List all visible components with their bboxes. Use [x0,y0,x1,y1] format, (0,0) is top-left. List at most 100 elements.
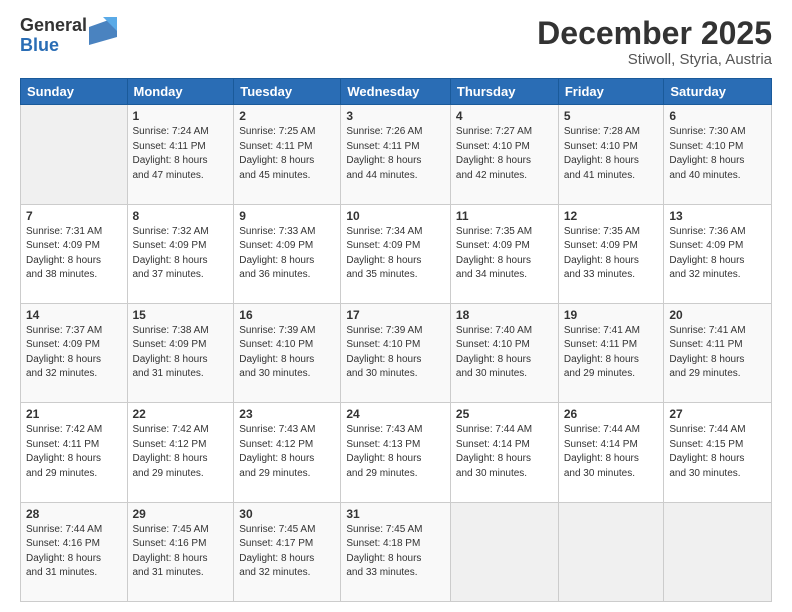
calendar-cell: 1Sunrise: 7:24 AM Sunset: 4:11 PM Daylig… [127,105,234,204]
calendar-cell: 27 Sunrise: 7:44 AM Sunset: 4:15 PM Dayli… [664,403,772,502]
day-info: Sunrise: 7:44 AM Sunset: 4:16 PM Dayligh… [26,523,122,581]
calendar-cell: 6Sunrise: 7:30 AM Sunset: 4:10 PM Daylig… [664,105,772,204]
day-info: Sunrise: 7:45 AM Sunset: 4:16 PM Dayligh… [133,523,229,581]
calendar-cell: 22 Sunrise: 7:42 AM Sunset: 4:12 PM Dayli… [127,403,234,502]
calendar-cell: 3 Sunrise: 7:26 AM Sunset: 4:11 PM Daylig… [341,105,451,204]
day-number: 27 [669,407,766,421]
day-number: 5 [564,109,659,123]
calendar-week-row: 14Sunrise: 7:37 AM Sunset: 4:09 PM Dayli… [21,303,772,402]
day-number: 31 [346,507,445,521]
logo-text: General Blue [20,16,87,56]
calendar-cell: 4 Sunrise: 7:27 AM Sunset: 4:10 PM Daylig… [450,105,558,204]
day-number: 19 [564,308,659,322]
day-number: 26 [564,407,659,421]
day-number: 24 [346,407,445,421]
calendar-header-cell: Wednesday [341,79,451,105]
day-number: 11 [456,209,553,223]
calendar-cell: 10 Sunrise: 7:34 AM Sunset: 4:09 PM Dayli… [341,204,451,303]
day-info: Sunrise: 7:27 AM Sunset: 4:10 PM Dayligh… [456,125,553,183]
calendar-cell: 30 Sunrise: 7:45 AM Sunset: 4:17 PM Dayli… [234,502,341,601]
calendar-cell: 28 Sunrise: 7:44 AM Sunset: 4:16 PM Dayli… [21,502,128,601]
day-number: 15 [133,308,229,322]
calendar-week-row: 1Sunrise: 7:24 AM Sunset: 4:11 PM Daylig… [21,105,772,204]
day-number: 25 [456,407,553,421]
day-info: Sunrise: 7:39 AM Sunset: 4:10 PM Dayligh… [346,324,445,382]
day-info: Sunrise: 7:34 AM Sunset: 4:09 PM Dayligh… [346,225,445,283]
day-info: Sunrise: 7:38 AM Sunset: 4:09 PM Dayligh… [133,324,229,382]
day-info: Sunrise: 7:45 AM Sunset: 4:18 PM Dayligh… [346,523,445,581]
day-info: Sunrise: 7:30 AM Sunset: 4:10 PM Dayligh… [669,125,766,183]
calendar-header-cell: Sunday [21,79,128,105]
day-info: Sunrise: 7:28 AM Sunset: 4:10 PM Dayligh… [564,125,659,183]
day-number: 22 [133,407,229,421]
calendar-cell: 9 Sunrise: 7:33 AM Sunset: 4:09 PM Daylig… [234,204,341,303]
title-block: December 2025 Stiwoll, Styria, Austria [537,16,772,68]
day-info: Sunrise: 7:44 AM Sunset: 4:14 PM Dayligh… [564,423,659,481]
calendar-cell: 20Sunrise: 7:41 AM Sunset: 4:11 PM Dayli… [664,303,772,402]
calendar-cell [450,502,558,601]
day-number: 18 [456,308,553,322]
logo-general: General [20,16,87,36]
calendar-cell: 2 Sunrise: 7:25 AM Sunset: 4:11 PM Daylig… [234,105,341,204]
day-number: 1 [133,109,229,123]
calendar-cell: 7Sunrise: 7:31 AM Sunset: 4:09 PM Daylig… [21,204,128,303]
day-info: Sunrise: 7:42 AM Sunset: 4:12 PM Dayligh… [133,423,229,481]
day-info: Sunrise: 7:41 AM Sunset: 4:11 PM Dayligh… [669,324,766,382]
day-number: 2 [239,109,335,123]
calendar-cell: 5 Sunrise: 7:28 AM Sunset: 4:10 PM Daylig… [558,105,664,204]
calendar-cell: 11 Sunrise: 7:35 AM Sunset: 4:09 PM Dayli… [450,204,558,303]
day-number: 13 [669,209,766,223]
calendar-cell: 14Sunrise: 7:37 AM Sunset: 4:09 PM Dayli… [21,303,128,402]
calendar-cell: 17 Sunrise: 7:39 AM Sunset: 4:10 PM Dayli… [341,303,451,402]
day-info: Sunrise: 7:25 AM Sunset: 4:11 PM Dayligh… [239,125,335,183]
day-info: Sunrise: 7:45 AM Sunset: 4:17 PM Dayligh… [239,523,335,581]
calendar-week-row: 7Sunrise: 7:31 AM Sunset: 4:09 PM Daylig… [21,204,772,303]
day-info: Sunrise: 7:26 AM Sunset: 4:11 PM Dayligh… [346,125,445,183]
calendar-header-cell: Thursday [450,79,558,105]
day-number: 7 [26,209,122,223]
day-number: 23 [239,407,335,421]
day-info: Sunrise: 7:37 AM Sunset: 4:09 PM Dayligh… [26,324,122,382]
calendar-header-cell: Friday [558,79,664,105]
calendar-cell: 29Sunrise: 7:45 AM Sunset: 4:16 PM Dayli… [127,502,234,601]
day-info: Sunrise: 7:42 AM Sunset: 4:11 PM Dayligh… [26,423,122,481]
day-info: Sunrise: 7:33 AM Sunset: 4:09 PM Dayligh… [239,225,335,283]
location: Stiwoll, Styria, Austria [537,51,772,68]
day-number: 9 [239,209,335,223]
calendar-week-row: 21Sunrise: 7:42 AM Sunset: 4:11 PM Dayli… [21,403,772,502]
calendar-header-cell: Saturday [664,79,772,105]
calendar-header-cell: Monday [127,79,234,105]
logo-icon [89,17,117,45]
day-info: Sunrise: 7:44 AM Sunset: 4:15 PM Dayligh… [669,423,766,481]
calendar-header: SundayMondayTuesdayWednesdayThursdayFrid… [21,79,772,105]
day-info: Sunrise: 7:41 AM Sunset: 4:11 PM Dayligh… [564,324,659,382]
day-number: 12 [564,209,659,223]
day-number: 3 [346,109,445,123]
day-number: 16 [239,308,335,322]
calendar-cell: 23 Sunrise: 7:43 AM Sunset: 4:12 PM Dayli… [234,403,341,502]
day-number: 17 [346,308,445,322]
calendar-cell [558,502,664,601]
day-number: 10 [346,209,445,223]
day-info: Sunrise: 7:39 AM Sunset: 4:10 PM Dayligh… [239,324,335,382]
calendar-week-row: 28 Sunrise: 7:44 AM Sunset: 4:16 PM Dayli… [21,502,772,601]
day-info: Sunrise: 7:35 AM Sunset: 4:09 PM Dayligh… [456,225,553,283]
day-number: 30 [239,507,335,521]
day-info: Sunrise: 7:43 AM Sunset: 4:13 PM Dayligh… [346,423,445,481]
calendar-cell: 8Sunrise: 7:32 AM Sunset: 4:09 PM Daylig… [127,204,234,303]
calendar-cell: 24 Sunrise: 7:43 AM Sunset: 4:13 PM Dayli… [341,403,451,502]
day-info: Sunrise: 7:43 AM Sunset: 4:12 PM Dayligh… [239,423,335,481]
header: General Blue December 2025 Stiwoll, Styr… [20,16,772,68]
day-number: 8 [133,209,229,223]
logo: General Blue [20,16,117,56]
calendar-cell: 25 Sunrise: 7:44 AM Sunset: 4:14 PM Dayli… [450,403,558,502]
day-number: 28 [26,507,122,521]
calendar-cell: 31 Sunrise: 7:45 AM Sunset: 4:18 PM Dayli… [341,502,451,601]
day-info: Sunrise: 7:44 AM Sunset: 4:14 PM Dayligh… [456,423,553,481]
calendar-cell: 26 Sunrise: 7:44 AM Sunset: 4:14 PM Dayli… [558,403,664,502]
day-info: Sunrise: 7:36 AM Sunset: 4:09 PM Dayligh… [669,225,766,283]
calendar-header-row: SundayMondayTuesdayWednesdayThursdayFrid… [21,79,772,105]
calendar-cell [664,502,772,601]
day-number: 4 [456,109,553,123]
calendar-cell: 16 Sunrise: 7:39 AM Sunset: 4:10 PM Dayli… [234,303,341,402]
